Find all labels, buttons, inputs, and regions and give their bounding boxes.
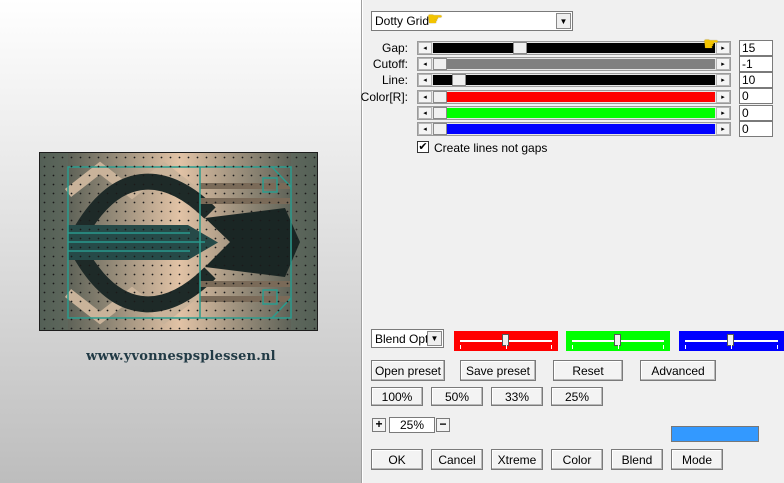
blend-button[interactable]: Blend — [611, 449, 663, 470]
gap-slider[interactable]: ◂ ▸ — [417, 41, 731, 55]
blend-tick — [731, 345, 732, 349]
chevron-left-icon[interactable]: ◂ — [418, 107, 432, 119]
green-slider[interactable]: ◂ ▸ — [417, 106, 731, 120]
red-blend-slider[interactable] — [454, 331, 558, 351]
blend-tick — [663, 345, 664, 349]
zoom-25-button[interactable]: 25% — [551, 387, 603, 406]
zoom-in-button[interactable]: + — [372, 418, 386, 432]
preview-artwork — [40, 153, 317, 330]
chevron-right-icon[interactable]: ▸ — [716, 58, 730, 70]
gap-value-field[interactable]: 15 — [739, 40, 773, 56]
save-preset-button[interactable]: Save preset — [460, 360, 536, 381]
slider-thumb[interactable] — [433, 91, 447, 103]
zoom-33-button[interactable]: 33% — [491, 387, 543, 406]
cutoff-value-field[interactable]: -1 — [739, 56, 773, 72]
slider-label: Color[R]: — [360, 90, 408, 104]
slider-track[interactable] — [433, 123, 715, 135]
filter-select[interactable]: Dotty Grid ▼ — [371, 11, 573, 31]
chevron-right-icon[interactable]: ▸ — [716, 91, 730, 103]
blue-value-field[interactable]: 0 — [739, 121, 773, 137]
preview-image — [39, 152, 318, 331]
slider-label: Line: — [381, 73, 408, 87]
zoom-100-button[interactable]: 100% — [371, 387, 423, 406]
slider-thumb[interactable] — [513, 42, 527, 54]
blend-tick — [460, 345, 461, 349]
reset-button[interactable]: Reset — [553, 360, 623, 381]
blue-blend-slider[interactable] — [679, 331, 784, 351]
blend-tick — [506, 345, 507, 349]
chevron-left-icon[interactable]: ◂ — [418, 123, 432, 135]
chevron-left-icon[interactable]: ◂ — [418, 74, 432, 86]
blend-options-select[interactable]: Blend Optio ▼ — [371, 329, 444, 348]
chevron-right-icon[interactable]: ▸ — [716, 123, 730, 135]
blend-tick — [551, 345, 552, 349]
slider-thumb[interactable] — [433, 58, 447, 70]
create-lines-checkbox[interactable]: ✔ — [417, 141, 429, 153]
cutoff-slider[interactable]: ◂ ▸ — [417, 57, 731, 71]
color-swatch[interactable] — [671, 426, 759, 442]
red-slider[interactable]: ◂ ▸ — [417, 90, 731, 104]
slider-track[interactable] — [433, 74, 715, 86]
advanced-button[interactable]: Advanced — [640, 360, 716, 381]
blend-tick — [777, 345, 778, 349]
ok-button[interactable]: OK — [371, 449, 423, 470]
cancel-button[interactable]: Cancel — [431, 449, 483, 470]
xtreme-button[interactable]: Xtreme — [491, 449, 543, 470]
slider-label: Gap: — [381, 41, 408, 55]
zoom-out-button[interactable]: − — [436, 418, 450, 432]
red-value-field[interactable]: 0 — [739, 88, 773, 104]
blue-slider[interactable]: ◂ ▸ — [417, 122, 731, 136]
blend-tick — [572, 345, 573, 349]
create-lines-label[interactable]: Create lines not gaps — [434, 141, 547, 155]
color-button[interactable]: Color — [551, 449, 603, 470]
pointing-hand-icon: ☛ — [703, 34, 720, 54]
line-slider[interactable]: ◂ ▸ — [417, 73, 731, 87]
mode-button[interactable]: Mode — [671, 449, 723, 470]
slider-track[interactable] — [433, 91, 715, 103]
slider-thumb[interactable] — [452, 74, 466, 86]
slider-track[interactable] — [433, 58, 715, 70]
open-preset-button[interactable]: Open preset — [371, 360, 445, 381]
slider-thumb[interactable] — [433, 123, 447, 135]
slider-track[interactable] — [433, 107, 715, 119]
chevron-left-icon[interactable]: ◂ — [418, 58, 432, 70]
filter-select-value: Dotty Grid — [375, 14, 430, 28]
chevron-left-icon[interactable]: ◂ — [418, 91, 432, 103]
line-value-field[interactable]: 10 — [739, 72, 773, 88]
chevron-down-icon[interactable]: ▼ — [556, 13, 571, 29]
zoom-50-button[interactable]: 50% — [431, 387, 483, 406]
slider-track[interactable] — [433, 42, 715, 54]
chevron-left-icon[interactable]: ◂ — [418, 42, 432, 54]
blend-tick — [685, 345, 686, 349]
chevron-right-icon[interactable]: ▸ — [716, 107, 730, 119]
chevron-down-icon[interactable]: ▼ — [427, 331, 442, 346]
chevron-right-icon[interactable]: ▸ — [716, 74, 730, 86]
preview-pane: www.yvonnespsplessen.nl — [0, 0, 362, 483]
watermark-text: www.yvonnespsplessen.nl — [86, 349, 276, 364]
zoom-value-field[interactable]: 25% — [389, 417, 435, 433]
pointing-hand-icon: ☛ — [427, 9, 444, 29]
green-value-field[interactable]: 0 — [739, 105, 773, 121]
blend-tick — [618, 345, 619, 349]
green-blend-slider[interactable] — [566, 331, 670, 351]
slider-thumb[interactable] — [433, 107, 447, 119]
settings-panel: Dotty Grid ▼ ☛ Gap: ◂ ▸ 15 Cutoff: ◂ ▸ -… — [361, 0, 784, 483]
slider-label: Cutoff: — [372, 57, 408, 71]
